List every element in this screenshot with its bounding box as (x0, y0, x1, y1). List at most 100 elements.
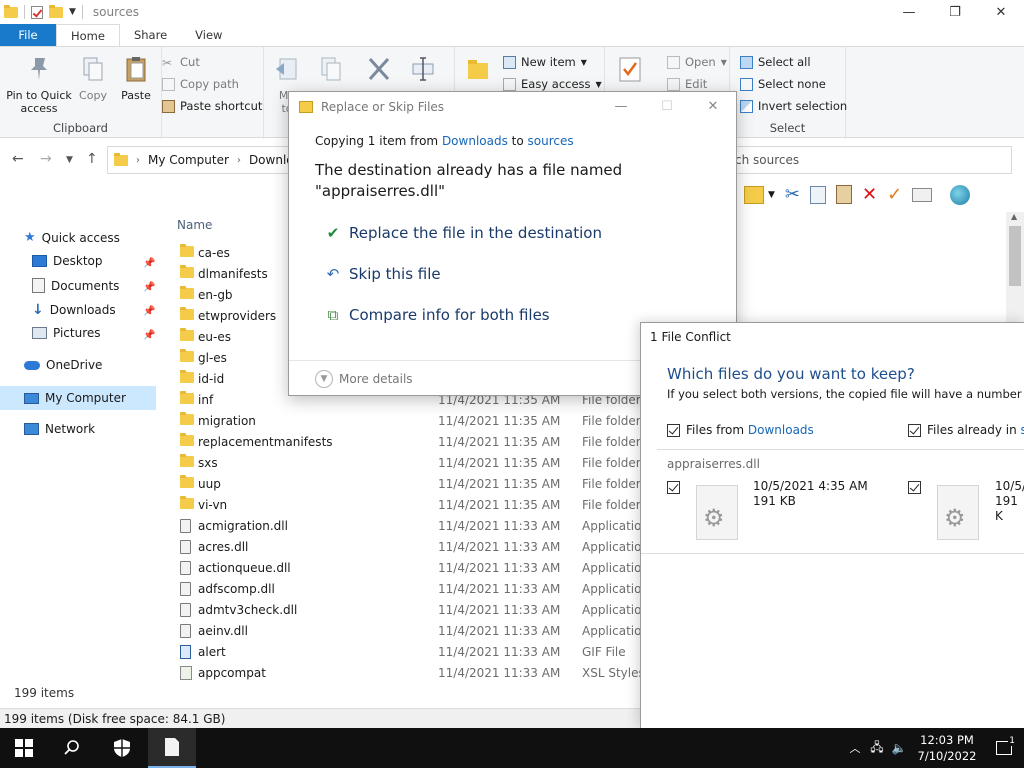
scissors-icon[interactable]: ✂ (785, 184, 800, 205)
table-row[interactable]: migration 11/4/2021 11:35 AM File folder (170, 410, 641, 431)
table-row[interactable]: appcompat 11/4/2021 11:33 AM XSL Styleshe (170, 662, 660, 683)
left-file-checkbox[interactable] (667, 481, 680, 494)
nav-documents[interactable]: Documents (32, 278, 119, 293)
table-row[interactable]: acmigration.dll 11/4/2021 11:33 AM Applica… (170, 515, 649, 536)
table-row[interactable]: vi-vn 11/4/2021 11:35 AM File folder (170, 494, 641, 515)
close-button[interactable]: ✕ (978, 0, 1024, 24)
rename-icon[interactable] (912, 187, 933, 202)
table-row[interactable]: aeinv.dll 11/4/2021 11:33 AM Application (170, 620, 649, 641)
sources-link[interactable]: sou (1021, 423, 1024, 437)
nav-network[interactable]: Network (24, 422, 95, 436)
up-button[interactable]: ↑ (86, 151, 98, 167)
folder-options-icon[interactable] (744, 185, 764, 204)
edit-button[interactable]: Edit (667, 77, 707, 91)
nav-pictures[interactable]: Pictures (32, 326, 101, 340)
tab-home[interactable]: Home (56, 24, 120, 46)
breadcrumb-chevron-icon[interactable]: › (136, 155, 140, 166)
checkbox-checked[interactable] (667, 423, 680, 437)
replace-option[interactable]: ✔ Replace the file in the destination (325, 224, 602, 242)
delete-button[interactable] (364, 55, 394, 89)
scroll-up-icon[interactable]: ▲ (1011, 212, 1017, 221)
nav-downloads[interactable]: ↓ Downloads (32, 302, 116, 318)
files-already-in-checkbox[interactable]: Files already in sou (908, 423, 1024, 437)
source-link[interactable]: Downloads (442, 134, 508, 148)
table-row[interactable]: acres.dll 11/4/2021 11:33 AM Application (170, 536, 649, 557)
globe-icon[interactable] (950, 184, 971, 205)
table-row[interactable]: adfscomp.dll 11/4/2021 11:33 AM Applicatio… (170, 578, 649, 599)
new-folder-icon[interactable] (49, 4, 63, 18)
pin-to-quick-access-button[interactable]: Pin to Quick access (6, 55, 72, 115)
paste-shortcut-button[interactable]: Paste shortcut (162, 99, 262, 113)
pin-icon[interactable]: 📌 (143, 306, 155, 317)
properties-icon[interactable] (31, 5, 43, 19)
back-button[interactable]: ← (12, 151, 24, 167)
destination-link[interactable]: sources (528, 134, 574, 148)
customize-qat-chevron-icon[interactable]: ▼ (69, 7, 76, 17)
dialog-close-button[interactable]: ✕ (690, 92, 736, 120)
table-row[interactable]: replacementmanifests 11/4/2021 11:35 AM Fi… (170, 431, 641, 452)
checkmark-icon[interactable]: ✓ (887, 184, 902, 205)
table-row[interactable]: uup 11/4/2021 11:35 AM File folder (170, 473, 641, 494)
copy-button[interactable]: Copy (78, 55, 108, 102)
scrollbar-thumb[interactable] (1009, 226, 1021, 286)
chevron-up-icon[interactable]: ︿ (844, 740, 866, 756)
pin-icon[interactable]: 📌 (143, 330, 155, 341)
file-name: gl-es (198, 350, 227, 365)
table-row[interactable]: admtv3check.dll 11/4/2021 11:33 AM Applica… (170, 599, 649, 620)
easy-access-button[interactable]: Easy access ▼ (503, 77, 602, 91)
nav-quick-access[interactable]: ★ Quick access (24, 230, 120, 245)
column-header-name[interactable]: Name (177, 218, 212, 232)
downloads-link[interactable]: Downloads (748, 423, 814, 437)
cut-button[interactable]: ✂ Cut (162, 55, 200, 70)
security-app-button[interactable] (98, 728, 146, 768)
tab-view[interactable]: View (181, 24, 236, 46)
copy-path-button[interactable]: Copy path (162, 77, 239, 91)
properties-button[interactable] (615, 55, 645, 89)
checkbox-checked[interactable] (908, 423, 921, 437)
network-icon[interactable]: 🖧 (866, 738, 888, 759)
search-box[interactable]: ch sources (720, 146, 1012, 174)
table-row[interactable]: actionqueue.dll 11/4/2021 11:33 AM Applica… (170, 557, 649, 578)
copy-to-button[interactable] (316, 55, 346, 89)
ribbon-tabs: File Home Share View (0, 24, 1024, 46)
files-from-downloads-checkbox[interactable]: Files from Downloads (667, 423, 814, 437)
invert-selection-button[interactable]: Invert selection (740, 99, 847, 113)
select-all-button[interactable]: Select all (740, 55, 811, 69)
chevron-down-icon[interactable]: ▼ (768, 190, 775, 200)
maximize-button[interactable]: ❐ (932, 0, 978, 24)
table-row[interactable]: sxs 11/4/2021 11:35 AM File folder (170, 452, 641, 473)
delete-icon[interactable]: ✕ (862, 184, 877, 205)
right-file-checkbox[interactable] (908, 481, 921, 494)
pin-icon[interactable]: 📌 (143, 258, 155, 269)
start-button[interactable] (0, 728, 48, 768)
search-button[interactable] (48, 728, 96, 768)
forward-button[interactable]: → (40, 151, 52, 167)
volume-icon[interactable]: 🔈 (888, 741, 910, 755)
file-explorer-taskbar-button[interactable] (148, 728, 196, 768)
nav-desktop[interactable]: Desktop (32, 254, 103, 268)
new-item-button[interactable]: New item ▼ (503, 55, 587, 69)
clock[interactable]: 12:03 PM 7/10/2022 (910, 732, 984, 764)
open-button[interactable]: Open ▼ (667, 55, 727, 69)
paste-button[interactable]: Paste (118, 55, 154, 102)
rename-button[interactable] (408, 55, 438, 89)
breadcrumb-my-computer[interactable]: My Computer (148, 153, 229, 167)
select-none-button[interactable]: Select none (740, 77, 826, 91)
skip-option[interactable]: ↶ Skip this file (325, 265, 441, 283)
nav-my-computer[interactable]: My Computer (0, 386, 156, 410)
new-folder-button[interactable] (463, 55, 493, 89)
dialog-minimize-button[interactable]: — (598, 92, 644, 120)
recent-locations-chevron-icon[interactable]: ▼ (66, 155, 73, 165)
dialog-maximize-button[interactable]: ☐ (644, 92, 690, 120)
copy-icon[interactable] (810, 185, 827, 204)
pin-icon[interactable]: 📌 (143, 282, 155, 293)
table-row[interactable]: alert 11/4/2021 11:33 AM GIF File (170, 641, 640, 662)
nav-onedrive[interactable]: OneDrive (24, 358, 102, 372)
compare-option[interactable]: ⧉ Compare info for both files (325, 306, 550, 324)
tab-share[interactable]: Share (120, 24, 181, 46)
breadcrumb-chevron-icon[interactable]: › (237, 155, 241, 166)
paste-icon[interactable] (836, 185, 853, 204)
notifications-button[interactable]: 1 (984, 736, 1024, 755)
tab-file[interactable]: File (0, 24, 56, 46)
minimize-button[interactable]: — (886, 0, 932, 24)
